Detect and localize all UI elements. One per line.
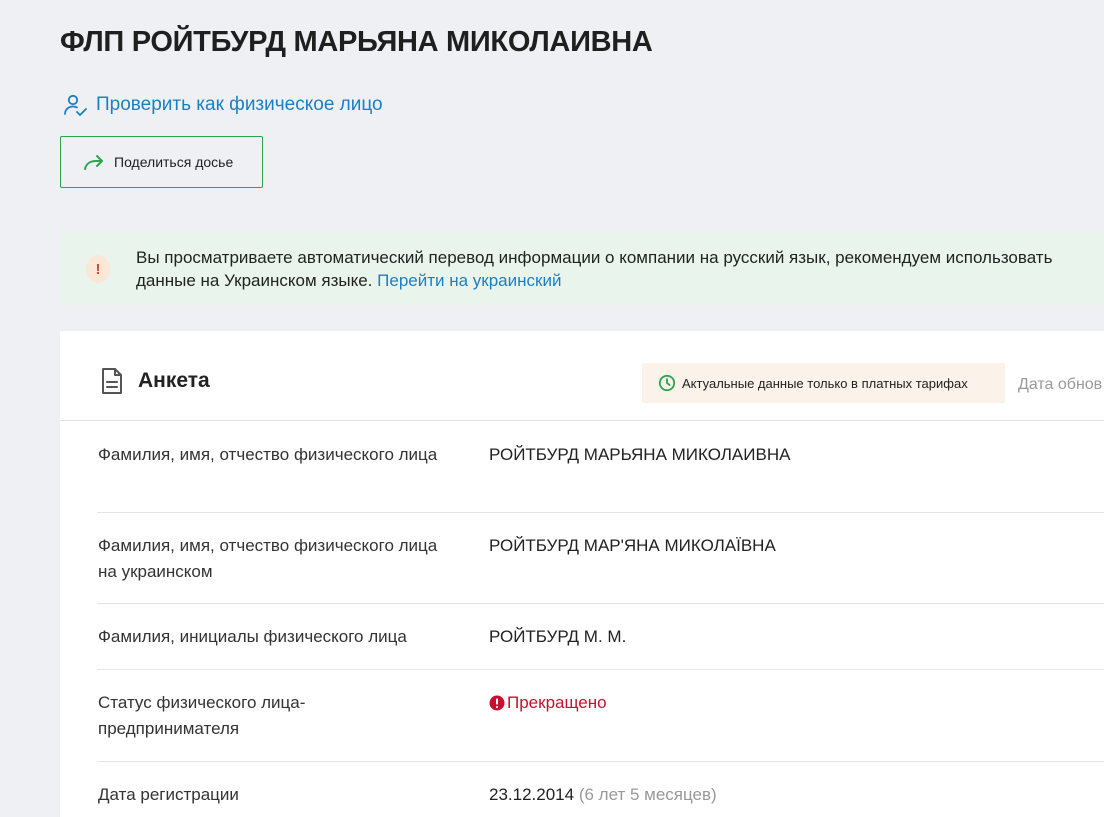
row-label: Фамилия, имя, отчество физического лица (98, 445, 438, 464)
check-as-person-link[interactable]: Проверить как физическое лицо (62, 92, 383, 118)
row-label: Фамилия, инициалы физического лица (98, 627, 407, 646)
registration-date: 23.12.2014 (489, 785, 575, 804)
table-row: Дата регистрации 23.12.2014 (6 лет 5 мес… (97, 762, 1104, 817)
share-dossier-label: Поделиться досье (114, 154, 234, 170)
tariff-badge-label: Актуальные данные только в платных тариф… (682, 375, 968, 391)
status-value: Прекращено (489, 690, 607, 716)
row-value: РОЙТБУРД М. М. (489, 627, 627, 646)
table-row: Фамилия, имя, отчество физического лица … (97, 422, 1104, 513)
page-title: ФЛП РОЙТБУРД МАРЬЯНА МИКОЛАИВНА (60, 26, 653, 58)
card-title: Анкета (138, 369, 210, 392)
row-label: Статус физического лица-предпринимателя (98, 693, 306, 738)
profile-card: Анкета Актуальные данные только в платны… (60, 331, 1104, 817)
profile-rows: Фамилия, имя, отчество физического лица … (97, 422, 1104, 817)
notice-line-2: данные на Украинском языке. (136, 271, 373, 290)
row-label: Фамилия, имя, отчество физического лица … (98, 536, 438, 581)
registration-date-value: 23.12.2014 (6 лет 5 месяцев) (489, 782, 717, 808)
notice-text: Вы просматриваете автоматический перевод… (136, 246, 1104, 292)
share-dossier-button[interactable]: Поделиться досье (60, 136, 263, 188)
row-value: РОЙТБУРД МАРЬЯНА МИКОЛАИВНА (489, 445, 791, 464)
translation-notice: ! Вы просматриваете автоматический перев… (60, 231, 1104, 305)
document-icon (102, 368, 122, 394)
share-arrow-icon (84, 155, 103, 170)
update-date-label: Дата обнов (1018, 376, 1103, 393)
switch-to-ukrainian-link[interactable]: Перейти на украинский (377, 271, 561, 290)
status-text: Прекращено (507, 693, 607, 712)
user-check-icon (64, 94, 87, 116)
table-row: Статус физического лица-предпринимателя … (97, 670, 1104, 762)
row-value: РОЙТБУРД МАР'ЯНА МИКОЛАЇВНА (489, 536, 776, 555)
table-row: Фамилия, инициалы физического лица РОЙТБ… (97, 604, 1104, 670)
alert-circle-icon (489, 695, 505, 711)
exclamation-icon: ! (86, 255, 110, 283)
check-as-person-label: Проверить как физическое лицо (96, 94, 383, 115)
registration-duration: (6 лет 5 месяцев) (578, 785, 717, 804)
row-label: Дата регистрации (98, 785, 239, 804)
table-row: Фамилия, имя, отчество физического лица … (97, 513, 1104, 604)
card-header: Анкета Актуальные данные только в платны… (60, 331, 1104, 421)
notice-line-1: Вы просматриваете автоматический перевод… (136, 248, 1053, 267)
tariff-badge: Актуальные данные только в платных тариф… (642, 363, 1005, 403)
clock-icon (658, 374, 676, 392)
